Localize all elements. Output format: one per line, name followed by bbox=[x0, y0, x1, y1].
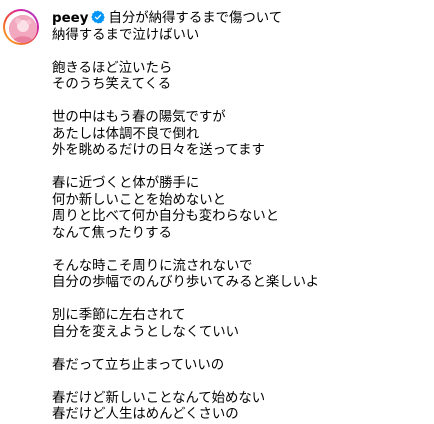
caption-line: 外を眺めるだけの日々を送ってます bbox=[52, 143, 265, 158]
caption-line: そんな時こそ周りに流されないで bbox=[52, 258, 253, 274]
caption-text: peey 自分が納得するまで傷ついて 納得するまで泣けばいい 飽きるほど泣いたら そのう… bbox=[52, 10, 430, 424]
caption-line: 飽きるほど泣いたら bbox=[52, 60, 173, 76]
instagram-post-caption: peey 自分が納得するまで傷ついて 納得するまで泣けばいい 飽きるほど泣いたら そのう… bbox=[0, 0, 434, 422]
caption-line bbox=[52, 374, 430, 391]
caption-line: 春に近づくと体が勝手に bbox=[52, 176, 200, 191]
caption-line: 春だって立ち止まっていいの bbox=[52, 357, 225, 373]
caption-line: 春だけど人生はめんどくさいの bbox=[52, 407, 239, 422]
profile-avatar-story-ring[interactable] bbox=[3, 9, 39, 45]
caption-line: 別に季節に左右されて bbox=[52, 308, 186, 323]
caption-line: 自分の歩幅でのんびり歩いてみると楽しいよ bbox=[52, 275, 320, 290]
avatar bbox=[9, 15, 37, 43]
caption-line: 春だけど新しいことなんて始めない bbox=[52, 390, 266, 406]
caption-line: そのうち笑えてくる bbox=[52, 77, 172, 92]
caption-line bbox=[52, 341, 430, 358]
caption-line: あたしは体調不良で倒れ bbox=[52, 126, 200, 142]
verified-badge-icon bbox=[91, 10, 106, 24]
caption-line: 周りと比べて何か自分も変わらないと bbox=[52, 209, 280, 224]
caption-line bbox=[52, 292, 430, 309]
profile-picture-icon bbox=[9, 15, 37, 43]
caption-line: なんて焦ったりする bbox=[52, 225, 172, 241]
caption-line bbox=[52, 242, 430, 259]
username-link[interactable]: peey bbox=[52, 11, 88, 26]
caption-line: 自分を変えようとしなくていい bbox=[52, 324, 240, 340]
caption-line bbox=[52, 44, 430, 61]
caption-line: 世の中はもう春の陽気ですが bbox=[52, 110, 226, 125]
caption-line-text: 自分が納得するまで傷ついて bbox=[108, 11, 283, 26]
caption-line: peey 自分が納得するまで傷ついて bbox=[52, 10, 430, 28]
caption-line bbox=[52, 94, 430, 111]
caption-line bbox=[52, 160, 430, 177]
caption-line: 何か新しいことを始めないと bbox=[52, 192, 227, 208]
caption-line: 納得するまで泣けばいい bbox=[52, 27, 200, 43]
